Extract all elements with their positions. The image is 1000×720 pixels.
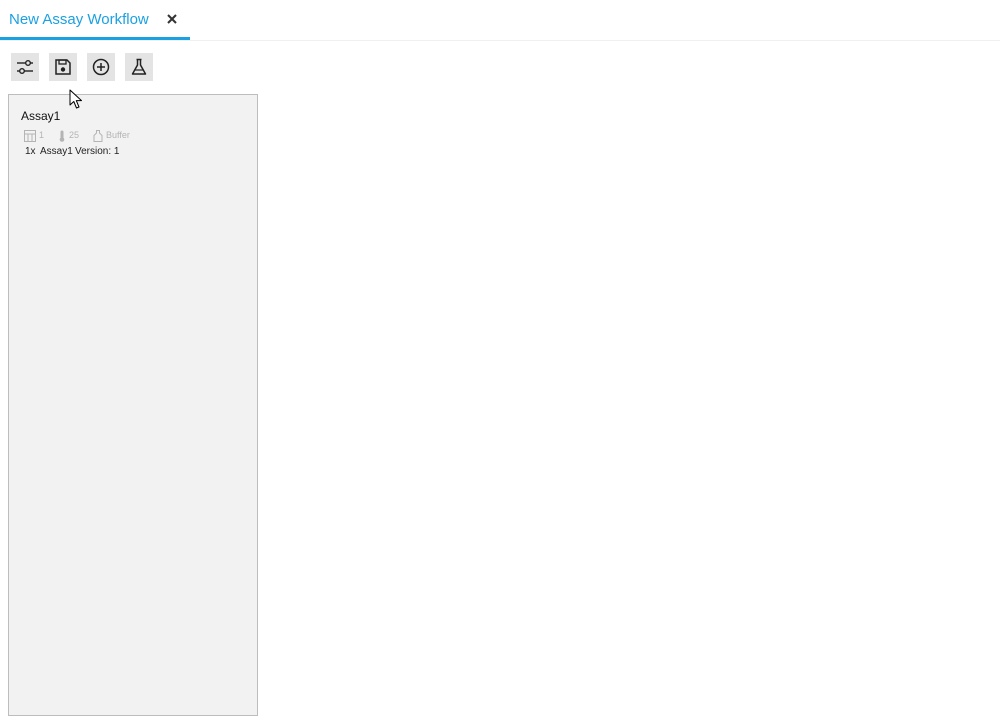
- save-icon: [53, 57, 73, 77]
- tab-bar: New Assay Workflow: [0, 0, 1000, 41]
- tab-new-assay-workflow[interactable]: New Assay Workflow: [0, 0, 190, 40]
- assay-reference: Assay1: [40, 146, 73, 157]
- workflow-panel: Assay1 1 25 Buffer 1x Assay1 Version: 1: [8, 94, 258, 716]
- flask-icon: [129, 57, 149, 77]
- temperature: 25: [69, 130, 80, 140]
- sliders-icon: [15, 57, 35, 77]
- thermometer-icon: [58, 129, 66, 147]
- add-button[interactable]: [87, 53, 115, 81]
- plate-icon: [24, 129, 36, 147]
- settings-button[interactable]: [11, 53, 39, 81]
- assay-multiplier: 1x: [25, 146, 36, 157]
- add-circle-icon: [91, 57, 111, 77]
- assay-version: Version: 1: [75, 146, 120, 157]
- experiment-button[interactable]: [125, 53, 153, 81]
- save-button[interactable]: [49, 53, 77, 81]
- mouse-cursor-icon: [69, 89, 83, 115]
- assay-name: Assay1: [21, 109, 61, 123]
- tab-title: New Assay Workflow: [9, 11, 149, 28]
- assay-card[interactable]: Assay1 1 25 Buffer 1x Assay1 Version: 1: [21, 109, 221, 161]
- bottle-icon: [93, 129, 103, 147]
- buffer-label: Buffer: [106, 130, 130, 140]
- close-icon[interactable]: [164, 11, 180, 27]
- plate-count: 1: [39, 130, 45, 140]
